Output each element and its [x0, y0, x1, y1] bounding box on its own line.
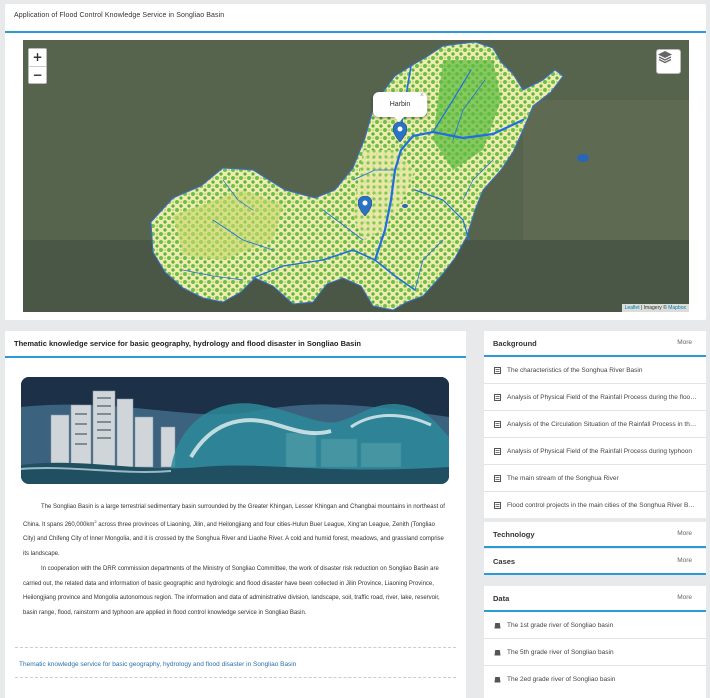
basin-map-graphic — [23, 40, 689, 312]
zoom-control: + − — [28, 48, 47, 84]
mapbox-link[interactable]: Mapbox — [668, 305, 686, 311]
flood-city-illustration — [21, 377, 449, 484]
harbin-marker-icon[interactable] — [393, 122, 407, 142]
background-list: The characteristics of the Songhua River… — [484, 357, 706, 519]
document-icon — [494, 394, 501, 401]
cases-more-link[interactable]: More — [677, 557, 692, 564]
document-icon — [494, 421, 501, 428]
basin-map[interactable]: + − Harbin × Leaflet | Imagery © Mapbox — [23, 40, 689, 312]
technology-title: Technology — [493, 530, 535, 539]
document-icon — [494, 367, 501, 374]
technology-section: Technology More — [484, 522, 706, 548]
list-item[interactable]: The characteristics of the Songhua River… — [484, 357, 706, 384]
cooperation-paragraph: In cooperation with the DRR commission d… — [23, 562, 446, 620]
cases-title: Cases — [493, 557, 516, 566]
list-item-label: Flood control projects in the main citie… — [507, 502, 697, 509]
data-section: Data More The 1st grade river of Songlia… — [484, 586, 706, 698]
layers-button[interactable] — [656, 49, 681, 74]
background-title: Background — [493, 339, 537, 348]
list-item[interactable]: Analysis of Physical Field of the Rainfa… — [484, 384, 706, 411]
list-item-label: The characteristics of the Songhua River… — [507, 367, 643, 374]
divider — [15, 647, 456, 648]
city-marker-icon[interactable] — [358, 196, 372, 216]
data-list: The 1st grade river of Songliao basin Th… — [484, 612, 706, 693]
document-icon — [494, 448, 501, 455]
thematic-panel: Thematic knowledge service for basic geo… — [5, 331, 466, 698]
cases-section: Cases More — [484, 549, 706, 575]
technology-underline — [484, 546, 706, 548]
popup-close-icon[interactable]: × — [420, 83, 424, 108]
list-item[interactable]: Analysis of Physical Field of the Rainfa… — [484, 438, 706, 465]
layers-icon — [658, 51, 672, 64]
intro-paragraph: The Songliao Basin is a large terrestria… — [23, 500, 446, 561]
thematic-title: Thematic knowledge service for basic geo… — [14, 339, 362, 348]
zoom-in-button[interactable]: + — [29, 49, 46, 66]
data-title: Data — [493, 594, 510, 603]
background-header: Background More — [484, 331, 706, 355]
list-item-label: The 1st grade river of Songliao basin — [507, 622, 614, 629]
list-item[interactable]: The 5th grade river of Songliao basin — [484, 639, 706, 666]
list-item-label: Analysis of Physical Field of the Rainfa… — [507, 448, 692, 455]
attribution-separator: | Imagery © — [639, 305, 669, 311]
database-icon — [494, 650, 501, 656]
thematic-underline — [5, 356, 466, 358]
thematic-link[interactable]: Thematic knowledge service for basic geo… — [19, 661, 296, 668]
technology-more-link[interactable]: More — [677, 530, 692, 537]
map-panel: Application of Flood Control Knowledge S… — [5, 4, 706, 320]
divider — [15, 677, 456, 678]
title-underline — [5, 31, 706, 33]
list-item[interactable]: The main stream of the Songhua River — [484, 465, 706, 492]
list-item[interactable]: The 2ed grade river of Songliao basin — [484, 666, 706, 693]
harbin-popup: Harbin × — [373, 92, 427, 122]
popup-label: Harbin — [389, 101, 411, 108]
database-icon — [494, 677, 501, 683]
technology-header: Technology More — [484, 522, 706, 546]
list-item-label: Analysis of the Circulation Situation of… — [507, 421, 697, 428]
leaflet-link[interactable]: Leaflet — [625, 305, 640, 311]
background-section: Background More The characteristics of t… — [484, 331, 706, 518]
list-item-label: The 5th grade river of Songliao basin — [507, 649, 614, 656]
list-item-label: The 2ed grade river of Songliao basin — [507, 676, 616, 683]
document-icon — [494, 502, 501, 509]
cases-header: Cases More — [484, 549, 706, 573]
cooperation-text: In cooperation with the DRR commission d… — [23, 566, 440, 616]
page-title: Application of Flood Control Knowledge S… — [14, 12, 225, 19]
background-more-link[interactable]: More — [677, 339, 692, 346]
data-header: Data More — [484, 586, 706, 610]
database-icon — [494, 623, 501, 629]
list-item-label: The main stream of the Songhua River — [507, 475, 619, 482]
flood-banner-image — [21, 377, 449, 484]
list-item-label: Analysis of Physical Field of the Rainfa… — [507, 394, 697, 401]
zoom-out-button[interactable]: − — [29, 66, 46, 83]
list-item[interactable]: Analysis of the Circulation Situation of… — [484, 411, 706, 438]
data-more-link[interactable]: More — [677, 594, 692, 601]
cases-underline — [484, 573, 706, 575]
map-attribution: Leaflet | Imagery © Mapbox — [621, 304, 689, 312]
list-item[interactable]: Flood control projects in the main citie… — [484, 492, 706, 519]
list-item[interactable]: The 1st grade river of Songliao basin — [484, 612, 706, 639]
document-icon — [494, 475, 501, 482]
